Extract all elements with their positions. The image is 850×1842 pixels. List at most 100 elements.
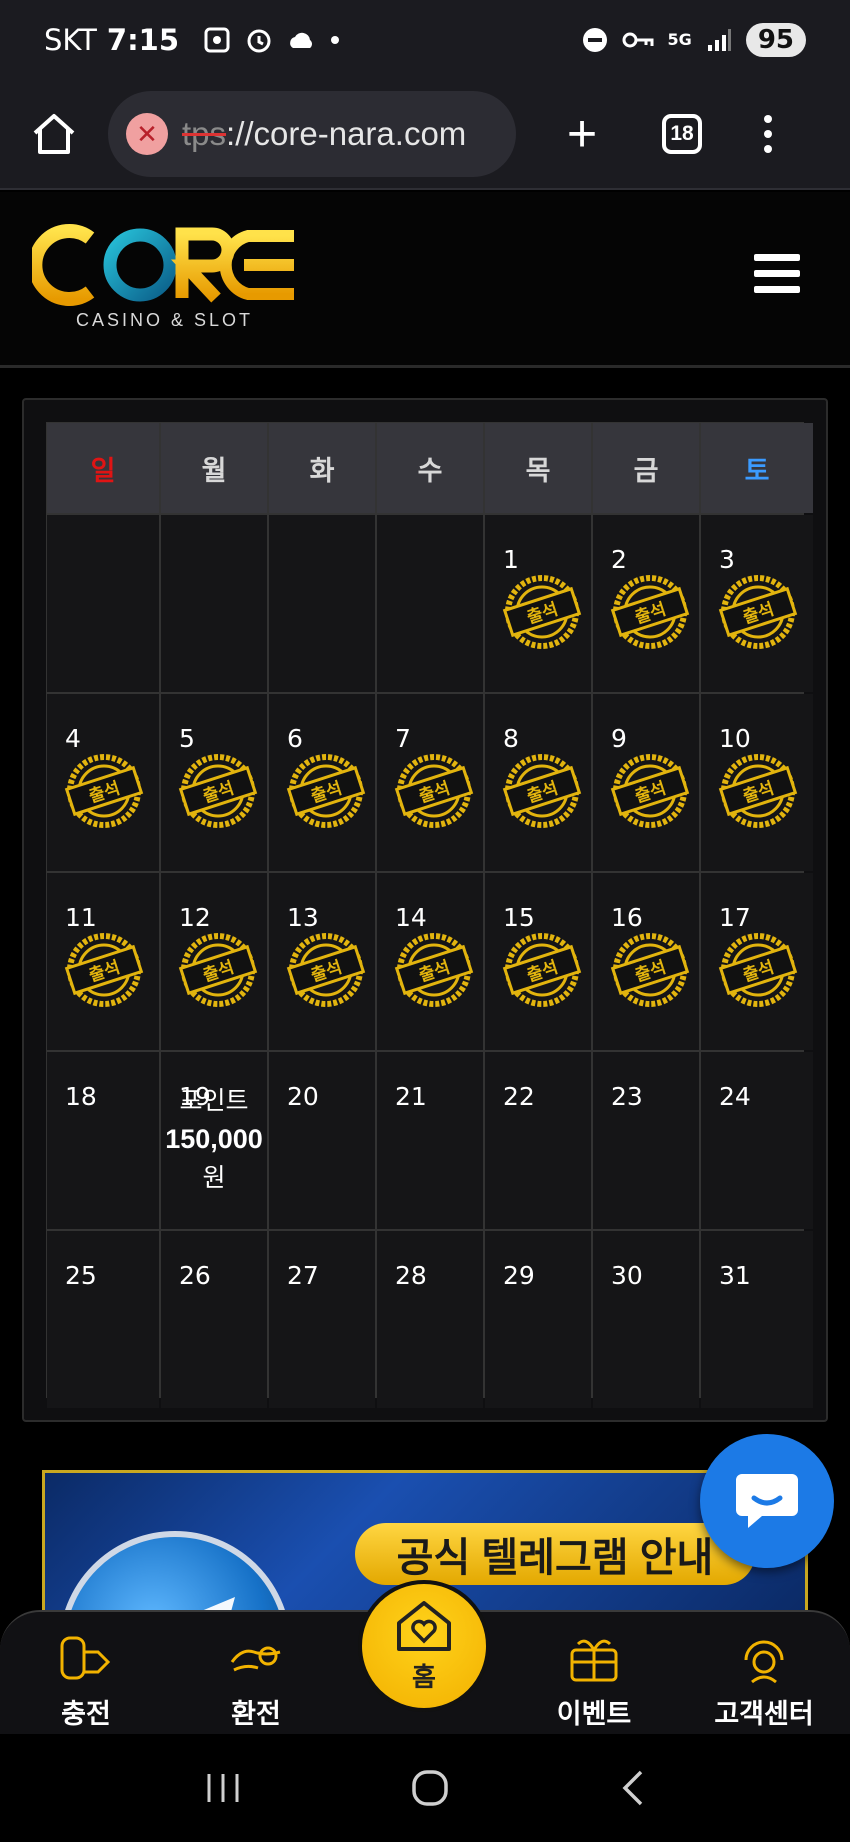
home-circle-icon[interactable] <box>410 1768 450 1808</box>
live-chat-button[interactable] <box>700 1434 834 1568</box>
calendar-day-cell: 9 출석 <box>593 694 699 871</box>
browser-home-button[interactable] <box>26 106 82 162</box>
nav-home[interactable]: 홈 <box>358 1580 490 1712</box>
weather-icon <box>290 32 313 48</box>
calendar-day-cell: 22 <box>485 1052 591 1229</box>
day-number: 1 <box>503 545 519 574</box>
calendar-day-cell: 3 출석 <box>701 515 813 692</box>
calendar-day-cell <box>269 515 375 692</box>
not-secure-icon[interactable]: ✕ <box>126 113 168 155</box>
calendar-day-cell: 21 <box>377 1052 483 1229</box>
telegram-icon <box>59 1531 291 1613</box>
day-number: 6 <box>287 724 303 753</box>
calendar-day-cell: 28 <box>377 1231 483 1408</box>
nav-support[interactable]: 고객센터 <box>704 1632 824 1731</box>
day-number: 31 <box>719 1261 751 1290</box>
day-number: 22 <box>503 1082 535 1111</box>
logo-subtitle: CASINO & SLOT <box>76 310 254 330</box>
day-number: 20 <box>287 1082 319 1111</box>
calendar-day-cell: 27 <box>269 1231 375 1408</box>
weekday-header: 수 <box>377 423 483 513</box>
nav-charge[interactable]: 충전 <box>26 1632 146 1731</box>
site-logo[interactable] <box>28 222 302 313</box>
browser-menu-button[interactable] <box>764 115 772 153</box>
attendance-calendar: 일 월 화 수 목 금 토 1 출석 2 출석 3 출석 4 출석 5 출석 6 출석 7 출석 8 출석 9 출… <box>22 398 828 1422</box>
weekday-header: 화 <box>269 423 375 513</box>
attendance-stamp-icon: 출석 <box>717 571 799 653</box>
headset-icon <box>744 1640 784 1684</box>
attendance-stamp-icon: 출석 <box>501 929 583 1011</box>
day-number: 30 <box>611 1261 643 1290</box>
chat-icon <box>736 1474 798 1528</box>
bonus-points-label: 포인트 150,000 원 <box>165 1087 263 1192</box>
address-bar[interactable]: ✕ tps://core-nara.com <box>108 91 516 177</box>
attendance-stamp-icon: 출석 <box>393 750 475 832</box>
calendar-day-cell: 13 출석 <box>269 873 375 1050</box>
notification-dot-icon <box>331 36 340 44</box>
attendance-stamp-icon: 출석 <box>609 571 691 653</box>
tab-switcher-button[interactable]: 18 <box>662 114 702 154</box>
home-icon <box>33 114 75 154</box>
site-header: CASINO & SLOT <box>0 192 850 368</box>
calendar-day-cell: 18 <box>47 1052 159 1229</box>
calendar-day-cell: 29 <box>485 1231 591 1408</box>
signal-icon <box>707 29 731 51</box>
calendar-day-cell: 6 출석 <box>269 694 375 871</box>
attendance-stamp-icon: 출석 <box>393 929 475 1011</box>
calendar-day-cell: 26 <box>161 1231 267 1408</box>
attendance-stamp-icon: 출석 <box>177 929 259 1011</box>
day-number: 14 <box>395 903 427 932</box>
system-navigation <box>0 1734 850 1842</box>
day-number: 12 <box>179 903 211 932</box>
weekday-header: 일 <box>47 423 159 513</box>
nav-exchange[interactable]: 환전 <box>196 1632 316 1731</box>
day-number: 28 <box>395 1261 427 1290</box>
attendance-stamp-icon: 출석 <box>717 750 799 832</box>
home-heart-icon <box>397 1600 451 1651</box>
calendar-day-cell: 5 출석 <box>161 694 267 871</box>
site-menu-button[interactable] <box>754 254 800 293</box>
exchange-icon <box>230 1646 281 1672</box>
day-number: 9 <box>611 724 627 753</box>
attendance-stamp-icon: 출석 <box>285 750 367 832</box>
weekday-header: 금 <box>593 423 699 513</box>
attendance-stamp-icon: 출석 <box>609 929 691 1011</box>
recent-apps-icon[interactable] <box>203 1770 243 1806</box>
calendar-day-cell: 2 출석 <box>593 515 699 692</box>
day-number: 3 <box>719 545 735 574</box>
calendar-day-cell <box>377 515 483 692</box>
day-number: 25 <box>65 1261 97 1290</box>
attendance-stamp-icon: 출석 <box>63 929 145 1011</box>
nav-event[interactable]: 이벤트 <box>534 1632 654 1731</box>
day-number: 7 <box>395 724 411 753</box>
carrier-label: SKT <box>44 23 97 57</box>
alarm-icon <box>247 29 271 53</box>
calendar-day-cell: 30 <box>593 1231 699 1408</box>
screenshot-icon <box>204 27 230 53</box>
calendar-day-cell: 11 출석 <box>47 873 159 1050</box>
day-number: 18 <box>65 1082 97 1111</box>
back-icon[interactable] <box>617 1768 647 1808</box>
calendar-day-cell: 16 출석 <box>593 873 699 1050</box>
url-text: tps://core-nara.com <box>182 115 467 152</box>
day-number: 4 <box>65 724 81 753</box>
calendar-day-cell: 23 <box>593 1052 699 1229</box>
day-number: 10 <box>719 724 751 753</box>
day-number: 17 <box>719 903 751 932</box>
battery-level: 95 <box>745 23 806 57</box>
calendar-day-cell: 10 출석 <box>701 694 813 871</box>
status-bar: SKT 7:15 5G 95 <box>0 0 850 80</box>
calendar-day-cell: 31 <box>701 1231 813 1408</box>
day-number: 29 <box>503 1261 535 1290</box>
day-number: 15 <box>503 903 535 932</box>
new-tab-button[interactable]: + <box>552 104 612 164</box>
day-number: 26 <box>179 1261 211 1290</box>
charge-icon <box>60 1636 111 1680</box>
attendance-stamp-icon: 출석 <box>717 929 799 1011</box>
day-number: 16 <box>611 903 643 932</box>
browser-toolbar: ✕ tps://core-nara.com + 18 <box>0 80 850 190</box>
day-number: 8 <box>503 724 519 753</box>
calendar-day-cell: 1 출석 <box>485 515 591 692</box>
attendance-stamp-icon: 출석 <box>177 750 259 832</box>
network-type-label: 5G <box>667 30 692 49</box>
